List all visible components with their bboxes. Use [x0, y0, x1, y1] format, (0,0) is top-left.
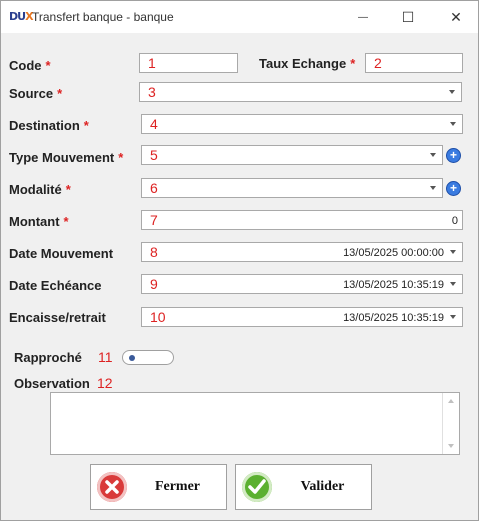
- chevron-down-icon: [430, 186, 436, 190]
- chevron-down-icon: [450, 282, 456, 286]
- modalite-label: Modalité *: [9, 182, 71, 197]
- date-echeance-marker: 9: [150, 276, 158, 292]
- add-type-mouvement-button[interactable]: +: [446, 148, 461, 163]
- maximize-icon: ☐: [401, 8, 415, 25]
- app-logo: DUX: [9, 10, 34, 23]
- code-label: Code *: [9, 58, 51, 73]
- fermer-label: Fermer: [154, 479, 201, 494]
- chevron-down-icon: [450, 250, 456, 254]
- fermer-button[interactable]: Fermer: [90, 464, 227, 510]
- toggle-knob: [129, 355, 135, 361]
- valider-label: Valider: [300, 479, 345, 494]
- source-select[interactable]: 3: [139, 82, 462, 102]
- taux-label: Taux Echange *: [259, 56, 356, 71]
- modalite-marker: 6: [150, 180, 158, 196]
- type-mouvement-label: Type Mouvement *: [9, 150, 124, 165]
- destination-select[interactable]: 4: [141, 114, 463, 134]
- date-mouvement-value: 13/05/2025 00:00:00: [343, 247, 444, 259]
- encaisse-marker: 10: [150, 309, 166, 325]
- add-modalite-button[interactable]: +: [446, 181, 461, 196]
- minimize-icon: —: [358, 11, 368, 23]
- date-mouvement-picker[interactable]: 8 13/05/2025 00:00:00: [141, 242, 463, 262]
- rapproche-label: Rapproché: [14, 350, 82, 365]
- window-title: Transfert banque - banque: [32, 10, 174, 24]
- transfer-dialog: DUX Transfert banque - banque — ☐ ✕ Code…: [0, 0, 479, 521]
- taux-field[interactable]: 2: [365, 53, 463, 73]
- montant-value: 0: [451, 215, 458, 227]
- close-button[interactable]: ✕: [446, 7, 466, 27]
- observation-textarea[interactable]: [50, 392, 460, 455]
- chevron-down-icon: [450, 315, 456, 319]
- scroll-up-icon[interactable]: [448, 399, 454, 403]
- date-mouvement-marker: 8: [150, 244, 158, 260]
- date-echeance-value: 13/05/2025 10:35:19: [343, 279, 444, 291]
- type-mouvement-marker: 5: [150, 147, 158, 163]
- valider-button[interactable]: Valider: [235, 464, 372, 510]
- montant-label: Montant *: [9, 214, 69, 229]
- chevron-down-icon: [430, 153, 436, 157]
- destination-label: Destination *: [9, 118, 89, 133]
- montant-marker: 7: [150, 212, 158, 228]
- maximize-button[interactable]: ☐: [398, 7, 418, 27]
- code-marker: 1: [148, 55, 156, 71]
- source-marker: 3: [148, 84, 156, 100]
- scroll-down-icon[interactable]: [448, 444, 454, 448]
- code-field[interactable]: 1: [139, 53, 238, 73]
- date-mouvement-label: Date Mouvement: [9, 246, 114, 261]
- destination-marker: 4: [150, 116, 158, 132]
- observation-marker: 12: [97, 375, 113, 391]
- encaisse-picker[interactable]: 10 13/05/2025 10:35:19: [141, 307, 463, 327]
- rapproche-marker: 11: [98, 349, 113, 365]
- encaisse-label: Encaisse/retrait: [9, 310, 106, 325]
- date-echeance-label: Date Echéance: [9, 278, 102, 293]
- observation-label: Observation: [14, 376, 90, 391]
- rapproche-toggle[interactable]: [122, 350, 174, 365]
- chevron-down-icon: [450, 122, 456, 126]
- close-icon: ✕: [450, 8, 462, 25]
- montant-field[interactable]: 7 0: [141, 210, 463, 230]
- chevron-down-icon: [449, 90, 455, 94]
- title-bar: DUX Transfert banque - banque — ☐ ✕: [1, 1, 478, 33]
- taux-marker: 2: [374, 55, 382, 71]
- type-mouvement-select[interactable]: 5: [141, 145, 443, 165]
- minimize-button[interactable]: —: [353, 7, 373, 27]
- encaisse-value: 13/05/2025 10:35:19: [343, 312, 444, 324]
- date-echeance-picker[interactable]: 9 13/05/2025 10:35:19: [141, 274, 463, 294]
- source-label: Source *: [9, 86, 63, 101]
- observation-scrollbar[interactable]: [442, 393, 459, 454]
- modalite-select[interactable]: 6: [141, 178, 443, 198]
